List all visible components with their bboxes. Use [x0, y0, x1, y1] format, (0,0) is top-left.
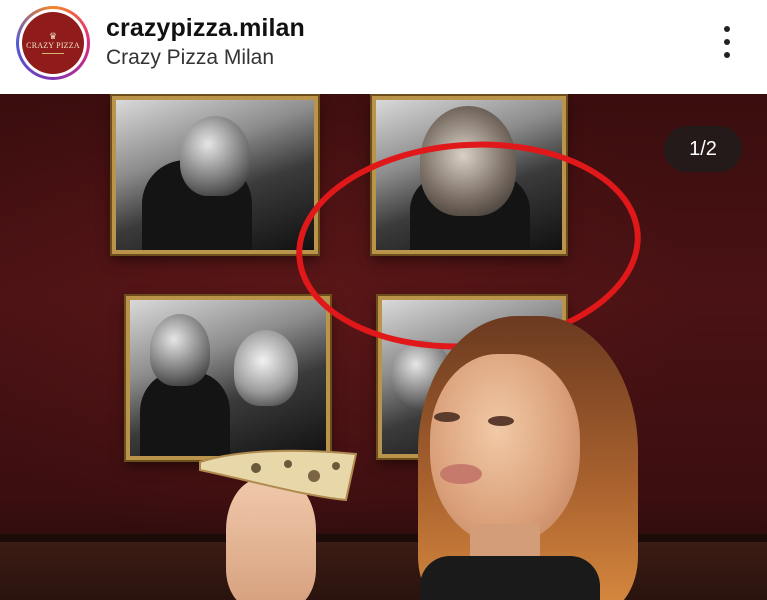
- framed-photo: [112, 96, 318, 254]
- crown-icon: ♛: [48, 31, 58, 41]
- more-vertical-icon: [724, 26, 730, 32]
- pizza-slice: [199, 449, 358, 502]
- account-subtitle: Crazy Pizza Milan: [106, 46, 275, 69]
- avatar[interactable]: ♛ CRAZY PIZZA: [22, 12, 84, 74]
- more-options-button[interactable]: [714, 22, 740, 62]
- person-top: [420, 556, 600, 600]
- banquette: [0, 542, 767, 600]
- person-face: [430, 354, 580, 544]
- username-link[interactable]: crazypizza.milan: [106, 14, 305, 43]
- post-media[interactable]: 1/2: [0, 94, 767, 600]
- carousel-counter: 1/2: [664, 126, 742, 172]
- avatar-logo-text: CRAZY PIZZA: [26, 41, 80, 50]
- post-header: ♛ CRAZY PIZZA crazypizza.milan Crazy Piz…: [0, 0, 767, 94]
- story-ring[interactable]: ♛ CRAZY PIZZA: [16, 6, 90, 80]
- framed-photo: [126, 296, 330, 460]
